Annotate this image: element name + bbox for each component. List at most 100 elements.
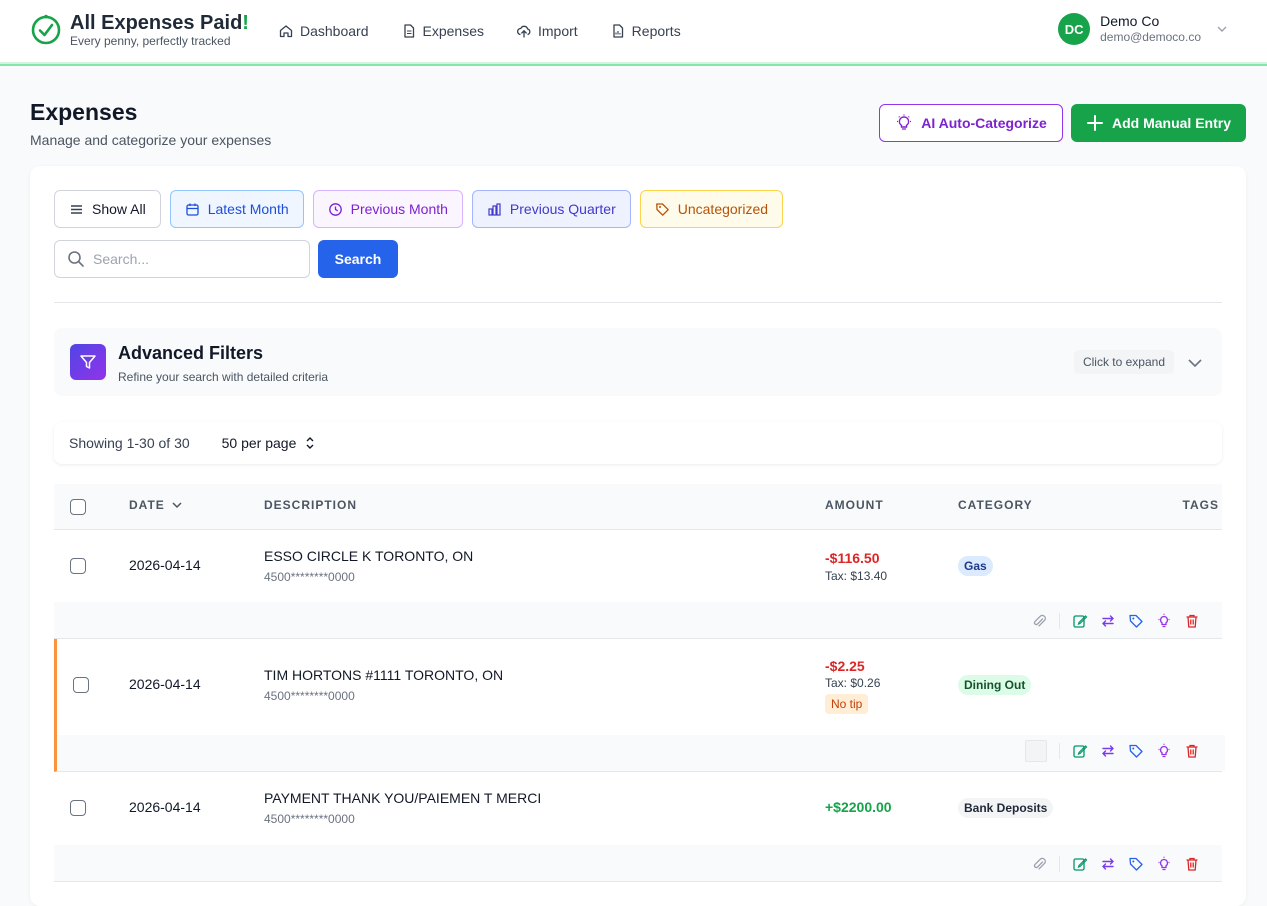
category-badge[interactable]: Bank Deposits [958, 798, 1054, 818]
trash-icon[interactable] [1184, 743, 1200, 759]
main-nav: Dashboard Expenses Import Reports [278, 20, 681, 42]
page-title: Expenses [30, 99, 138, 125]
page-subtitle: Manage and categorize your expenses [30, 132, 272, 148]
row-checkbox[interactable] [70, 800, 86, 816]
filter-label: Latest Month [207, 201, 289, 217]
nav-label: Dashboard [300, 23, 369, 39]
row-checkbox[interactable] [73, 677, 89, 693]
filter-show-all[interactable]: Show All [54, 190, 161, 228]
row-date: 2026-04-14 [129, 676, 201, 692]
lightbulb-icon[interactable] [1156, 743, 1172, 759]
filter-label: Show All [92, 201, 146, 217]
add-manual-entry-label: Add Manual Entry [1111, 115, 1231, 131]
filter-previous-month[interactable]: Previous Month [312, 190, 463, 228]
search-input[interactable] [93, 251, 293, 267]
lightbulb-icon[interactable] [1156, 613, 1172, 629]
tag-icon[interactable] [1128, 743, 1144, 759]
nav-dashboard[interactable]: Dashboard [278, 20, 369, 42]
sort-chevron-icon [172, 502, 182, 509]
separator [1059, 856, 1060, 872]
row-checkbox[interactable] [70, 558, 86, 574]
edit-icon[interactable] [1072, 743, 1088, 759]
report-icon [613, 24, 623, 38]
row-actions [1025, 740, 1200, 762]
row-amount: -$116.50 [825, 550, 880, 566]
chevron-down-icon[interactable] [1186, 354, 1204, 372]
description-column-header: DESCRIPTION [264, 498, 358, 512]
row-card-number: 4500********0000 [264, 570, 355, 584]
brand-subtitle: Every penny, perfectly tracked [70, 34, 231, 48]
chevron-down-icon [1217, 26, 1227, 32]
paperclip-icon[interactable] [1031, 856, 1047, 872]
row-tax: Tax: $13.40 [825, 569, 888, 583]
row-actions [1031, 856, 1200, 872]
date-column-header[interactable]: DATE [129, 498, 183, 512]
edit-icon[interactable] [1072, 613, 1088, 629]
swap-icon[interactable] [1100, 613, 1116, 629]
swap-icon[interactable] [1100, 856, 1116, 872]
nav-import[interactable]: Import [516, 20, 578, 42]
search-button[interactable]: Search [318, 240, 398, 278]
select-all-checkbox[interactable] [70, 499, 86, 515]
advanced-filters-panel[interactable]: Advanced Filters Refine your search with… [54, 328, 1222, 396]
edit-icon[interactable] [1072, 856, 1088, 872]
nav-label: Reports [631, 23, 681, 39]
top-bar: All Expenses Paid! Every penny, perfectl… [0, 0, 1267, 64]
ai-auto-categorize-button[interactable]: AI Auto-Categorize [879, 104, 1063, 142]
tag-icon [655, 202, 669, 216]
table-row[interactable]: 2026-04-14 PAYMENT THANK YOU/PAIEMEN T M… [54, 772, 1222, 882]
no-tip-badge: No tip [825, 694, 869, 714]
check-clock-logo-icon [31, 14, 61, 45]
per-page-select[interactable]: 50 per page [222, 435, 317, 451]
add-manual-entry-button[interactable]: Add Manual Entry [1071, 104, 1246, 142]
expand-hint: Click to expand [1073, 350, 1174, 374]
separator [1059, 613, 1060, 629]
nav-expenses[interactable]: Expenses [401, 20, 484, 42]
filter-latest-month[interactable]: Latest Month [169, 190, 304, 228]
row-tax: Tax: $0.26 [825, 676, 881, 690]
nav-reports[interactable]: Reports [610, 20, 681, 42]
filter-label: Previous Quarter [509, 201, 616, 217]
search-box [54, 240, 310, 278]
filter-uncategorized[interactable]: Uncategorized [639, 190, 784, 228]
select-arrows-icon [306, 437, 314, 449]
quick-filters: Show All Latest Month Previous Month Pre… [54, 190, 784, 228]
trash-icon[interactable] [1184, 613, 1200, 629]
nav-label: Import [537, 23, 578, 39]
filter-previous-quarter[interactable]: Previous Quarter [471, 190, 631, 228]
table-row[interactable]: 2026-04-14 ESSO CIRCLE K TORONTO, ON 450… [54, 530, 1222, 639]
lightbulb-icon[interactable] [1156, 856, 1172, 872]
category-badge[interactable]: Dining Out [958, 675, 1032, 695]
row-card-number: 4500********0000 [264, 812, 355, 826]
row-date: 2026-04-14 [129, 799, 201, 815]
trash-icon[interactable] [1184, 856, 1200, 872]
user-menu[interactable]: DC Demo Co demo@democo.co [1058, 13, 1229, 45]
user-email: demo@democo.co [1100, 30, 1201, 44]
bar-chart-icon [488, 202, 501, 216]
home-icon [279, 25, 293, 38]
paperclip-icon[interactable] [1031, 613, 1047, 629]
nav-label: Expenses [422, 23, 484, 39]
avatar: DC [1058, 13, 1091, 45]
separator [1059, 743, 1060, 759]
brand[interactable]: All Expenses Paid! Every penny, perfectl… [30, 12, 249, 48]
pagination-bar: Showing 1-30 of 30 50 per page [54, 422, 1222, 464]
table-row[interactable]: 2026-04-14 TIM HORTONS #1111 TORONTO, ON… [54, 639, 1225, 772]
divider [54, 302, 1222, 303]
category-column-header: CATEGORY [958, 498, 1033, 512]
row-actions [1031, 613, 1200, 629]
date-header-label: DATE [129, 498, 165, 512]
tag-icon[interactable] [1128, 613, 1144, 629]
row-amount: -$2.25 [825, 658, 865, 674]
tag-icon[interactable] [1128, 856, 1144, 872]
cloud-upload-icon [517, 25, 531, 38]
category-badge[interactable]: Gas [958, 556, 993, 576]
row-date: 2026-04-14 [129, 557, 201, 573]
swap-icon[interactable] [1100, 743, 1116, 759]
expenses-card: Show All Latest Month Previous Month Pre… [30, 166, 1246, 906]
filter-label: Previous Month [350, 201, 448, 217]
list-icon [71, 204, 82, 214]
receipt-thumbnail[interactable] [1025, 740, 1047, 762]
user-name: Demo Co [1100, 13, 1160, 29]
clock-icon [328, 202, 342, 216]
